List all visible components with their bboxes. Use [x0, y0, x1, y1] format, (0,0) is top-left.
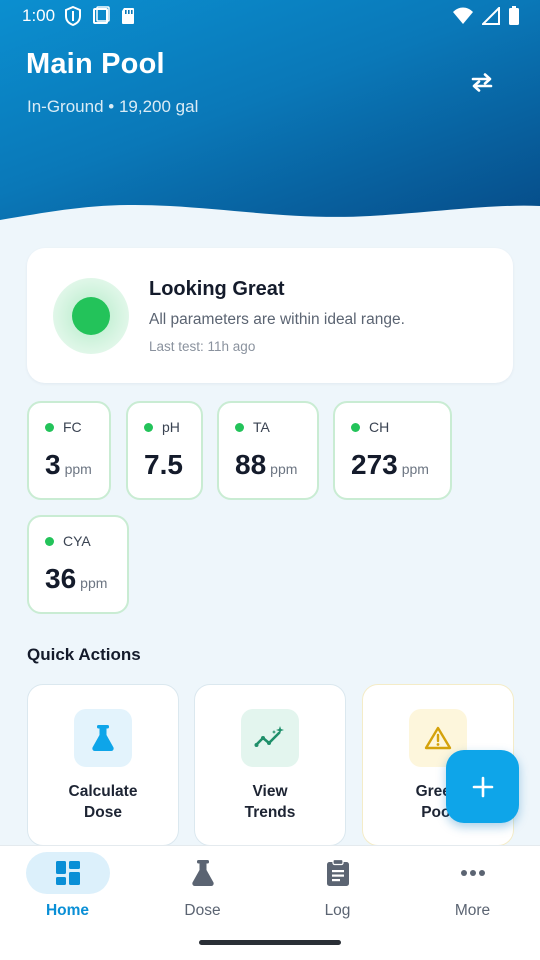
param-name: CH — [369, 419, 390, 435]
pool-subtitle: In-Ground • 19,200 gal — [27, 97, 199, 116]
action-icon-box — [74, 709, 132, 767]
status-bar: 1:00 — [0, 0, 540, 32]
calculate-dose-button[interactable]: Calculate Dose — [27, 684, 179, 846]
warning-icon — [424, 726, 452, 750]
nav-more[interactable]: More — [405, 846, 540, 936]
nav-label: Dose — [184, 902, 221, 919]
status-description: All parameters are within ideal range. — [149, 311, 405, 328]
status-title: Looking Great — [149, 278, 285, 300]
action-label: Calculate Dose — [68, 783, 138, 821]
status-dot — [144, 423, 153, 432]
wifi-icon — [453, 7, 473, 24]
param-value: 3 — [45, 449, 61, 480]
param-unit: ppm — [64, 461, 92, 477]
flask-icon — [192, 860, 214, 886]
header: 1:00 Main Pool In-Ground • 19,200 gal — [0, 0, 540, 232]
status-dot — [45, 423, 54, 432]
param-unit: ppm — [270, 461, 298, 477]
status-dot — [351, 423, 360, 432]
nav-pill — [161, 852, 245, 894]
param-value-wrap: 36 ppm — [45, 563, 107, 595]
header-wave — [0, 204, 540, 232]
status-right-icons — [452, 6, 520, 26]
dashboard-icon — [56, 861, 80, 885]
pool-status-card[interactable]: Looking Great All parameters are within … — [27, 248, 513, 383]
action-label: View Trends — [244, 783, 296, 821]
param-tile-fc[interactable]: FC 3 ppm — [27, 401, 111, 500]
param-tile-cya[interactable]: CYA 36 ppm — [27, 515, 129, 614]
nav-home[interactable]: Home — [0, 846, 135, 936]
status-dot — [45, 537, 54, 546]
clipboard-icon — [327, 859, 349, 886]
nav-log[interactable]: Log — [270, 846, 405, 936]
screenshot-icon — [93, 6, 110, 24]
nav-label: More — [454, 902, 491, 919]
param-unit: ppm — [80, 575, 108, 591]
action-icon-box — [241, 709, 299, 767]
shield-icon — [65, 6, 81, 26]
pool-title: Main Pool — [26, 48, 165, 80]
plus-icon — [472, 776, 493, 797]
trend-chart-icon — [254, 726, 284, 747]
status-time: 1:00 — [22, 6, 56, 25]
home-indicator — [199, 940, 341, 945]
param-unit: ppm — [401, 461, 429, 477]
param-tile-ph[interactable]: pH 7.5 — [126, 401, 203, 500]
nav-pill — [431, 852, 515, 894]
switch-pool-button[interactable] — [462, 64, 502, 100]
param-name: FC — [63, 419, 82, 435]
param-value: 88 — [235, 449, 267, 480]
param-value-wrap: 273 ppm — [351, 449, 429, 481]
add-test-fab[interactable] — [446, 750, 519, 823]
last-test-time: Last test: 11h ago — [149, 339, 256, 354]
status-dot — [235, 423, 244, 432]
param-name: pH — [162, 419, 180, 435]
param-value-wrap: 7.5 — [144, 449, 187, 481]
swap-arrows-icon — [471, 73, 493, 92]
battery-icon — [509, 6, 519, 25]
param-name: TA — [253, 419, 270, 435]
flask-icon — [92, 725, 114, 751]
param-value: 36 — [45, 563, 77, 594]
param-tile-ta[interactable]: TA 88 ppm — [217, 401, 319, 500]
nav-pill — [296, 852, 380, 894]
nav-active-pill — [26, 852, 110, 894]
sd-card-icon — [122, 8, 134, 24]
param-name: CYA — [63, 533, 91, 549]
nav-dose[interactable]: Dose — [135, 846, 270, 936]
param-value: 7.5 — [144, 449, 183, 480]
view-trends-button[interactable]: View Trends — [194, 684, 346, 846]
param-value-wrap: 3 ppm — [45, 449, 92, 481]
param-value-wrap: 88 ppm — [235, 449, 297, 481]
status-dot — [72, 297, 110, 335]
signal-icon — [482, 7, 500, 25]
param-tile-ch[interactable]: CH 273 ppm — [333, 401, 452, 500]
status-indicator — [53, 278, 129, 354]
quick-actions-title: Quick Actions — [27, 645, 141, 664]
nav-label: Home — [45, 902, 90, 919]
param-value: 273 — [351, 449, 398, 480]
status-left-icons — [64, 6, 136, 26]
nav-label: Log — [324, 902, 351, 919]
more-dots-icon — [461, 870, 485, 876]
